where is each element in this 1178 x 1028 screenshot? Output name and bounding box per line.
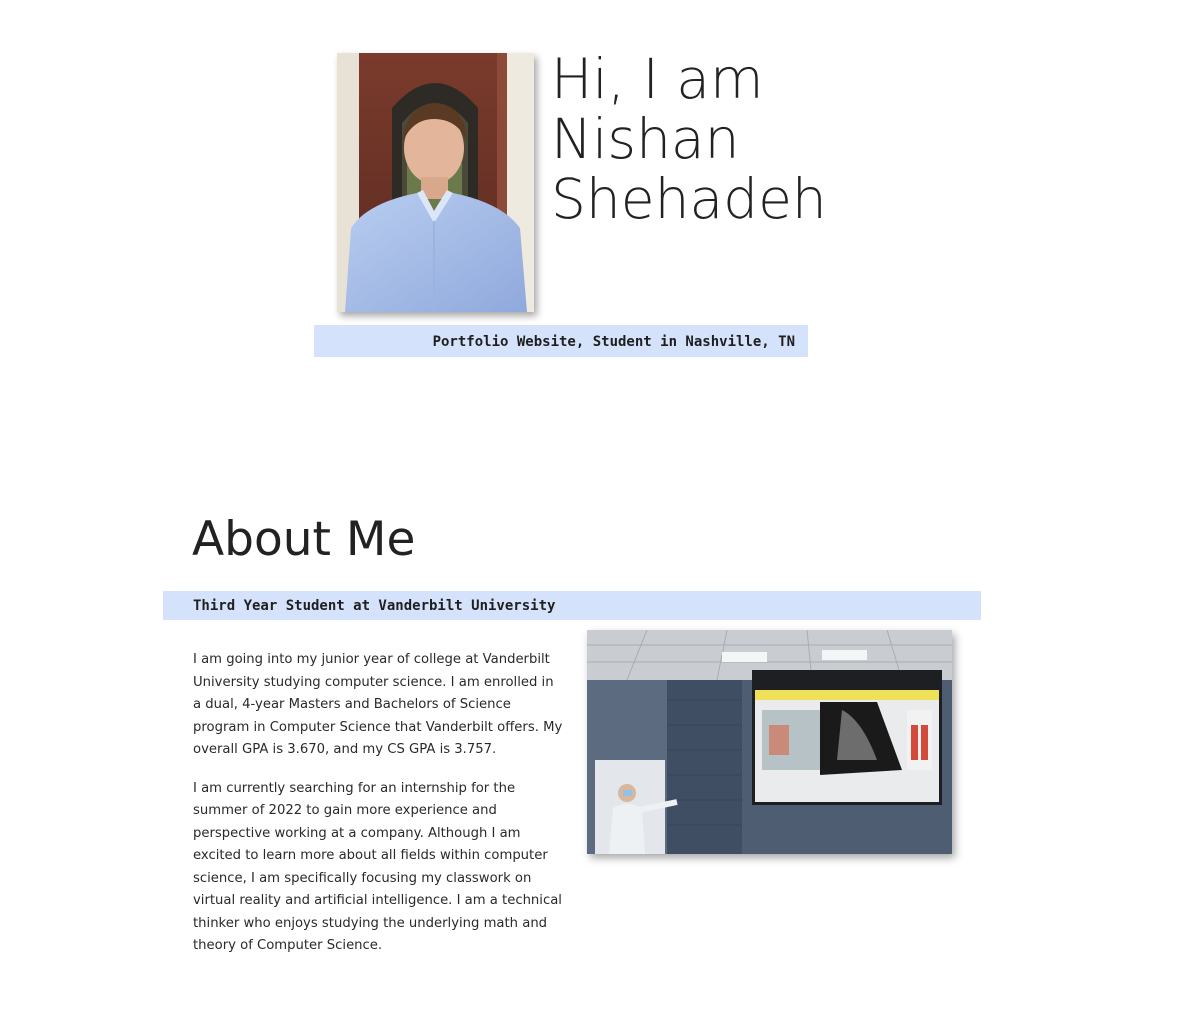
about-paragraph-2: I am currently searching for an internsh… [193,780,562,954]
presentation-photo-icon [587,630,952,854]
about-band-label: Third Year Student at Vanderbilt Univers… [193,598,556,614]
about-heading: About Me [192,512,416,567]
hero-first-name: Nishan [551,107,740,171]
hero-greeting: Hi, I am [551,47,764,111]
hero-title: Hi, I am Nishan Shehadeh [551,49,827,229]
subtitle-band: Portfolio Website, Student in Nashville,… [314,325,808,357]
hero-subtitle: Portfolio Website, Student in Nashville,… [432,334,795,350]
portrait-photo-icon [337,53,534,312]
about-band: Third Year Student at Vanderbilt Univers… [163,591,981,620]
profile-photo [337,53,534,312]
about-body: I am going into my junior year of colleg… [193,649,563,974]
presentation-photo [587,630,952,854]
about-paragraph-1: I am going into my junior year of colleg… [193,652,563,757]
hero-last-name: Shehadeh [551,167,827,231]
